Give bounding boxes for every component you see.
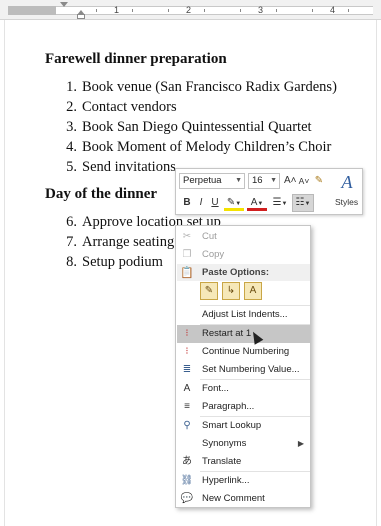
menu-label: Copy <box>202 249 225 260</box>
styles-icon[interactable]: A <box>336 171 358 193</box>
paragraph-icon: ≡ <box>184 401 190 412</box>
font-name-value: Perpetua <box>183 175 222 186</box>
restart-numbering-icon: ⁝ <box>185 328 189 339</box>
comment-icon: 💬 <box>180 493 194 504</box>
menu-label: Translate <box>202 456 242 467</box>
italic-button[interactable]: I <box>195 195 207 211</box>
menu-item-new-comment[interactable]: 💬 New Comment <box>177 490 310 508</box>
menu-label: Font... <box>202 383 229 394</box>
list-text: Send invitations <box>82 159 176 175</box>
list-number: 3. <box>66 119 77 135</box>
menu-label: Adjust List Indents... <box>202 309 288 320</box>
menu-label: Hyperlink... <box>202 475 250 486</box>
underline-button[interactable]: U <box>209 195 221 211</box>
mini-toolbar: Perpetua ▼ 16 ▼ A˄ A˅ ✎ A B I U ✎▼ A▼ ☰▼… <box>175 168 363 215</box>
highlight-color-button[interactable]: ✎▼ <box>224 195 244 211</box>
paste-options-header: 📋 Paste Options: <box>177 264 310 281</box>
chevron-down-icon: ▼ <box>281 201 288 207</box>
translate-icon: あ <box>182 456 192 467</box>
heading-farewell: Farewell dinner preparation <box>45 51 227 67</box>
paste-merge-formatting-icon[interactable]: ↳ <box>222 282 240 300</box>
context-menu: ✂ Cut ❐ Copy 📋 Paste Options: ✎ ↳ A Adju… <box>175 225 311 508</box>
font-icon: A <box>183 383 191 394</box>
menu-item-continue-numbering[interactable]: ⁝ Continue Numbering <box>177 343 310 361</box>
paste-text-only-icon[interactable]: A <box>244 282 262 300</box>
menu-item-translate[interactable]: あ Translate <box>177 453 310 471</box>
link-icon: ⛓ <box>180 475 194 486</box>
list-text: Setup podium <box>82 254 163 270</box>
list-text: Arrange seating <box>82 234 175 250</box>
grow-font-button[interactable]: A˄ <box>284 173 297 189</box>
menu-item-font[interactable]: A Font... <box>177 380 310 398</box>
list-text: Book venue (San Francisco Radix Gardens) <box>82 79 337 95</box>
copy-icon: ❐ <box>182 249 192 260</box>
shrink-font-button[interactable]: A˅ <box>298 173 310 189</box>
menu-item-restart-at-1[interactable]: ⁝ Restart at 1 <box>177 325 310 343</box>
menu-item-adjust-list-indents[interactable]: Adjust List Indents... <box>177 306 310 324</box>
menu-label: Set Numbering Value... <box>202 364 300 375</box>
list-number: 5. <box>66 159 77 175</box>
format-painter-icon[interactable]: ✎ <box>313 173 325 189</box>
scissors-icon: ✂ <box>182 231 192 242</box>
list-text: Contact vendors <box>82 99 177 115</box>
list-number: 6. <box>66 214 77 230</box>
menu-item-set-numbering-value[interactable]: ≣ Set Numbering Value... <box>177 361 310 379</box>
menu-label: Cut <box>202 231 217 242</box>
font-size-combo[interactable]: 16 ▼ <box>248 173 280 189</box>
chevron-down-icon: ▼ <box>257 201 264 207</box>
bullets-icon: ☰ <box>272 197 282 208</box>
paste-keep-formatting-icon[interactable]: ✎ <box>200 282 218 300</box>
font-color-button[interactable]: A▼ <box>247 195 267 211</box>
clipboard-icon: 📋 <box>180 267 194 279</box>
menu-item-cut[interactable]: ✂ Cut <box>177 228 310 246</box>
numbering-button[interactable]: ☷▼ <box>292 194 314 212</box>
menu-label: New Comment <box>202 493 265 504</box>
bold-button[interactable]: B <box>181 195 193 211</box>
menu-item-hyperlink[interactable]: ⛓ Hyperlink... <box>177 472 310 490</box>
list-text: Book Moment of Melody Children’s Choir <box>82 139 332 155</box>
set-numbering-value-icon: ≣ <box>182 364 192 375</box>
list-number: 7. <box>66 234 77 250</box>
numbering-icon: ☷ <box>295 197 305 208</box>
menu-item-copy[interactable]: ❐ Copy <box>177 246 310 264</box>
list-number: 8. <box>66 254 77 270</box>
menu-label: Paragraph... <box>202 401 255 412</box>
menu-item-synonyms[interactable]: Synonyms ▶ <box>177 435 310 453</box>
menu-item-paragraph[interactable]: ≡ Paragraph... <box>177 398 310 416</box>
continue-numbering-icon: ⁝ <box>185 346 189 357</box>
underline-label: U <box>211 197 219 208</box>
font-name-combo[interactable]: Perpetua ▼ <box>179 173 245 189</box>
styles-label[interactable]: Styles <box>335 197 358 207</box>
menu-label: Continue Numbering <box>202 346 290 357</box>
list-text: Book San Diego Quintessential Quartet <box>82 119 312 135</box>
bullets-button[interactable]: ☰▼ <box>271 195 289 211</box>
search-icon: ⚲ <box>183 420 191 431</box>
chevron-down-icon: ▼ <box>235 201 242 207</box>
menu-label: Synonyms <box>202 438 247 449</box>
menu-label: Smart Lookup <box>202 420 262 431</box>
list-number: 2. <box>66 99 77 115</box>
menu-item-smart-lookup[interactable]: ⚲ Smart Lookup <box>177 417 310 435</box>
chevron-down-icon: ▼ <box>270 177 277 184</box>
highlighter-icon: ✎ <box>226 197 236 208</box>
menu-label: Restart at 1 <box>202 328 252 339</box>
chevron-down-icon: ▼ <box>304 201 311 207</box>
menu-label: Paste Options: <box>202 267 270 278</box>
font-size-value: 16 <box>252 175 263 186</box>
list-number: 4. <box>66 139 77 155</box>
heading-day-of-dinner: Day of the dinner <box>45 186 158 202</box>
chevron-down-icon: ▼ <box>235 177 242 184</box>
list-number: 1. <box>66 79 77 95</box>
chevron-right-icon: ▶ <box>297 439 304 448</box>
